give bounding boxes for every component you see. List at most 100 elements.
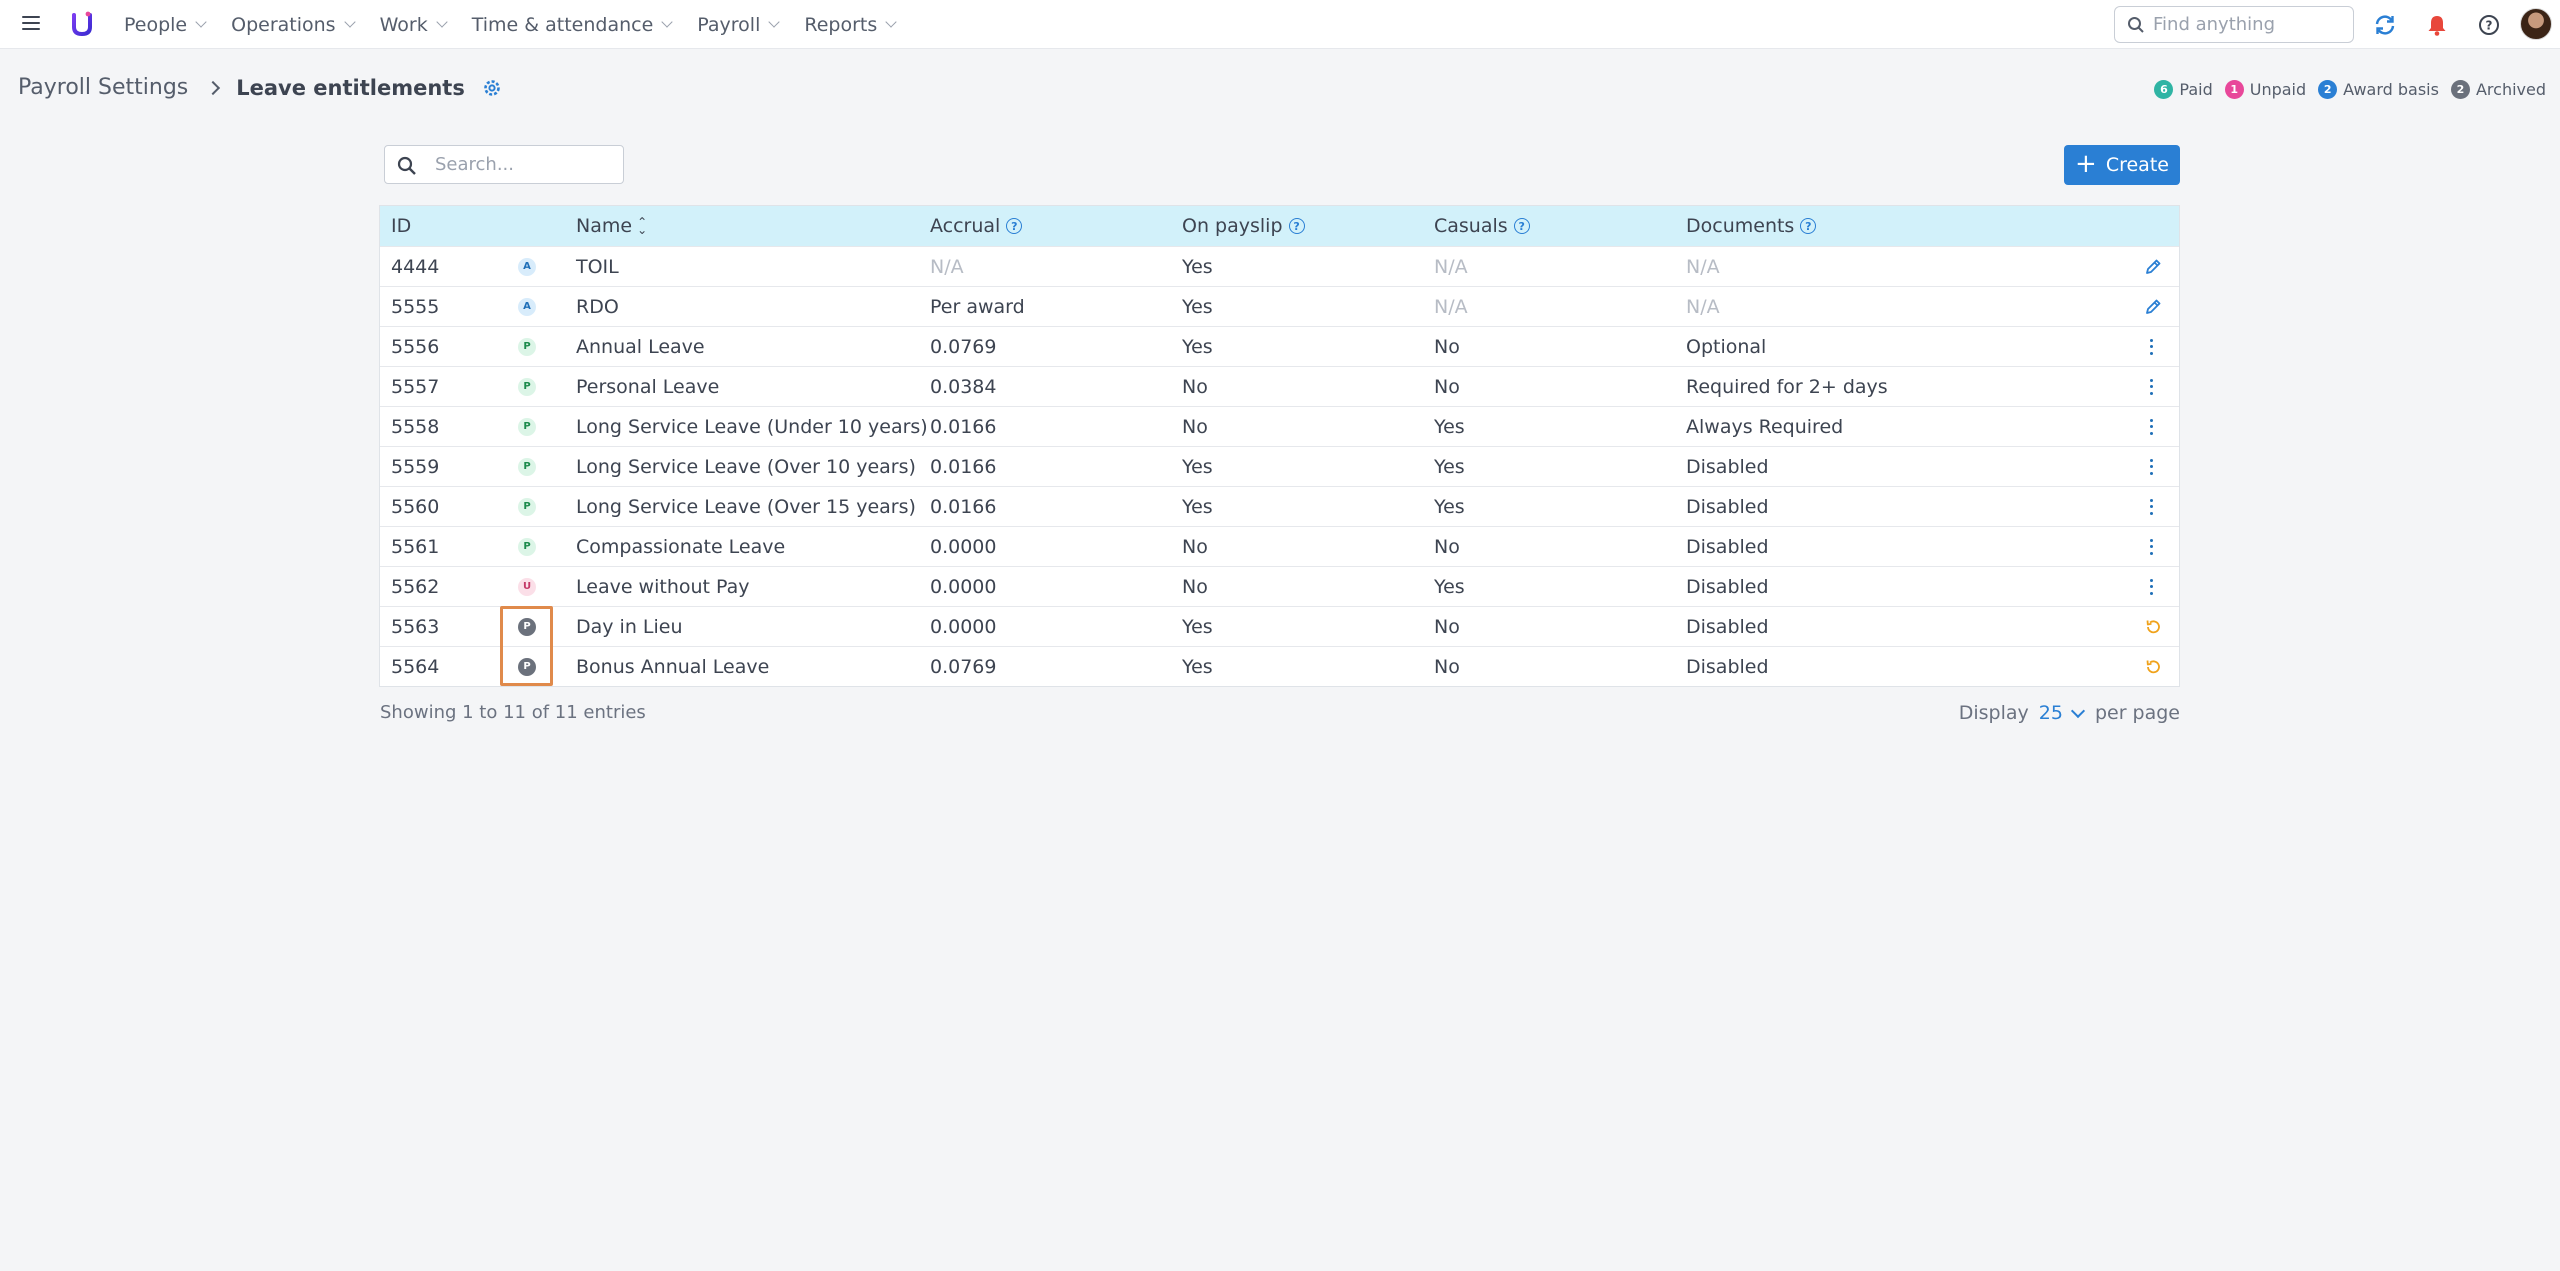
menu-icon[interactable] <box>22 16 40 32</box>
more-options-icon[interactable] <box>2150 378 2154 395</box>
per-page-select[interactable]: 25 <box>2039 702 2063 724</box>
column-header-casuals-label: Casuals <box>1434 215 1508 237</box>
chevron-down-icon <box>885 16 897 28</box>
more-options-icon[interactable] <box>2150 458 2154 475</box>
entries-summary: Showing 1 to 11 of 11 entries <box>380 702 646 723</box>
cell-id: 5555 <box>391 295 440 318</box>
column-header-payslip-label: On payslip <box>1182 215 1283 237</box>
nav-item-payroll[interactable]: Payroll <box>697 14 781 36</box>
table-row: 5562 U Leave without Pay 0.0000 No Yes Disable… <box>380 566 2179 606</box>
help-icon[interactable]: ? <box>2476 12 2502 38</box>
help-icon[interactable]: ? <box>1288 218 1305 234</box>
plus-icon: + <box>2075 148 2097 179</box>
app-logo[interactable] <box>71 11 93 37</box>
more-options-icon[interactable] <box>2150 538 2154 555</box>
create-button[interactable]: + Create <box>2064 145 2180 185</box>
cell-id: 5557 <box>391 375 440 398</box>
cell-type: P <box>518 367 536 406</box>
search-placeholder: Search... <box>435 154 515 175</box>
legend-label: Paid <box>2179 80 2213 99</box>
restore-icon[interactable] <box>2144 658 2162 676</box>
more-options-icon[interactable] <box>2150 498 2154 515</box>
main-nav: People Operations Work Time & attendance Pay… <box>124 0 921 49</box>
chevron-down-icon[interactable] <box>2070 703 2086 718</box>
search-input[interactable]: Search... <box>384 145 624 184</box>
legend-count-badge: 2 <box>2318 80 2338 99</box>
cell-name: Compassionate Leave <box>576 535 786 558</box>
chevron-down-icon <box>436 16 448 28</box>
more-options-icon[interactable] <box>2150 418 2154 435</box>
breadcrumb: Payroll Settings Leave entitlements <box>18 75 503 100</box>
cell-accrual: Per award <box>930 295 1025 318</box>
cell-id: 5559 <box>391 455 440 478</box>
cell-action <box>2144 527 2154 566</box>
nav-item-time-attendance[interactable]: Time & attendance <box>472 14 673 36</box>
cell-action <box>2144 647 2162 686</box>
more-options-icon[interactable] <box>2150 578 2154 595</box>
edit-pencil-icon[interactable] <box>2144 298 2162 316</box>
cell-accrual: 0.0000 <box>930 535 997 558</box>
cell-documents: N/A <box>1686 255 1720 278</box>
cell-on-payslip: No <box>1182 415 1208 438</box>
column-header-id: ID <box>391 206 411 246</box>
nav-item-reports[interactable]: Reports <box>804 14 897 36</box>
cell-on-payslip: No <box>1182 535 1208 558</box>
sync-icon[interactable] <box>2372 12 2398 38</box>
cell-casuals: Yes <box>1434 495 1465 518</box>
edit-pencil-icon[interactable] <box>2144 258 2162 276</box>
cell-casuals: No <box>1434 535 1460 558</box>
cell-id: 5563 <box>391 615 440 638</box>
column-header-accrual-label: Accrual <box>930 215 1001 237</box>
cell-on-payslip: Yes <box>1182 615 1213 638</box>
table-row: 5558 P Long Service Leave (Under 10 years)… <box>380 406 2179 446</box>
cell-on-payslip: No <box>1182 375 1208 398</box>
nav-item-work[interactable]: Work <box>379 13 448 36</box>
cell-casuals: Yes <box>1434 575 1465 598</box>
cell-casuals: No <box>1434 655 1460 678</box>
table-row: 5560 P Long Service Leave (Over 15 years) 0… <box>380 486 2179 526</box>
cell-documents: N/A <box>1686 295 1720 318</box>
notification-bell-icon[interactable] <box>2424 12 2450 38</box>
cell-accrual: 0.0166 <box>930 495 997 518</box>
help-icon[interactable]: ? <box>1800 218 1817 234</box>
page-title: Leave entitlements <box>236 75 465 100</box>
legend-count-badge: 1 <box>2224 80 2244 99</box>
cell-casuals: N/A <box>1434 295 1468 318</box>
breadcrumb-payroll-settings[interactable]: Payroll Settings <box>18 75 188 100</box>
cell-documents: Disabled <box>1686 655 1769 678</box>
column-header-name[interactable]: Name ⌃ ⌄ <box>576 206 647 246</box>
cell-id: 5560 <box>391 495 440 518</box>
cell-accrual: 0.0000 <box>930 575 997 598</box>
sort-icon[interactable]: ⌃ ⌄ <box>637 216 647 236</box>
display-label: Display <box>1958 702 2029 724</box>
global-search-input[interactable]: Find anything <box>2114 6 2354 43</box>
chevron-down-icon <box>343 16 356 28</box>
cell-name: Long Service Leave (Over 10 years) <box>576 455 916 478</box>
chevron-down-icon <box>661 16 673 28</box>
nav-item-label: Operations <box>231 13 336 36</box>
cell-casuals: No <box>1434 375 1460 398</box>
award-type-badge: A <box>518 297 536 316</box>
cell-accrual: 0.0384 <box>930 375 997 398</box>
nav-item-label: Work <box>379 13 428 36</box>
cell-type: A <box>518 287 536 326</box>
user-avatar[interactable] <box>2520 8 2552 40</box>
more-options-icon[interactable] <box>2150 338 2154 355</box>
cell-id: 5558 <box>391 415 440 438</box>
paid-type-badge: P <box>518 377 536 396</box>
cell-accrual: 0.0769 <box>930 655 997 678</box>
gear-icon[interactable] <box>481 77 503 99</box>
column-header-name-label: Name <box>576 215 633 237</box>
restore-icon[interactable] <box>2144 618 2162 636</box>
help-icon[interactable]: ? <box>1513 218 1530 234</box>
leave-type-legend: 6 Paid 1 Unpaid 2 Award basis 2 Archived <box>2142 80 2546 99</box>
cell-accrual: 0.0166 <box>930 455 997 478</box>
column-header-documents-label: Documents <box>1686 215 1795 237</box>
help-icon[interactable]: ? <box>1006 218 1023 234</box>
nav-item-operations[interactable]: Operations <box>231 13 356 36</box>
chevron-down-icon <box>195 16 207 28</box>
cell-casuals: N/A <box>1434 255 1468 278</box>
cell-on-payslip: No <box>1182 575 1208 598</box>
table-body: 4444 A TOIL N/A Yes N/A N/A 5555 A RDO Per award Ye… <box>380 246 2179 686</box>
nav-item-people[interactable]: People <box>124 14 207 36</box>
